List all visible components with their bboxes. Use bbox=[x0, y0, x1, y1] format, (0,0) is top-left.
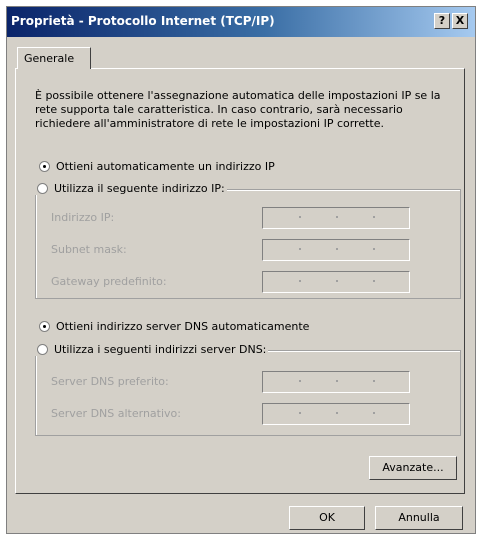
ip-dot bbox=[299, 280, 301, 282]
radio-button-icon bbox=[39, 161, 50, 172]
radio-dns-auto-label: Ottieni indirizzo server DNS automaticam… bbox=[56, 320, 310, 333]
radio-ip-auto-label: Ottieni automaticamente un indirizzo IP bbox=[56, 160, 275, 173]
dns-preferred-field bbox=[262, 371, 410, 393]
radio-button-icon bbox=[37, 183, 48, 194]
description-text: È possibile ottenere l'assegnazione auto… bbox=[35, 89, 441, 130]
radio-dns-auto[interactable]: Ottieni indirizzo server DNS automaticam… bbox=[39, 320, 309, 333]
radio-ip-auto[interactable]: Ottieni automaticamente un indirizzo IP bbox=[39, 160, 275, 173]
radio-ip-manual[interactable]: Utilizza il seguente indirizzo IP: bbox=[35, 182, 227, 195]
ip-dot bbox=[299, 248, 301, 250]
tcpip-properties-dialog: Proprietà - Protocollo Internet (TCP/IP)… bbox=[6, 6, 476, 534]
ip-dot bbox=[336, 248, 338, 250]
advanced-button[interactable]: Avanzate... bbox=[369, 456, 457, 480]
ip-dot bbox=[373, 412, 375, 414]
gateway-label: Gateway predefinito: bbox=[51, 275, 167, 288]
dns-alternate-field bbox=[262, 403, 410, 425]
radio-button-icon bbox=[39, 321, 50, 332]
ip-address-field bbox=[262, 207, 410, 229]
dns-alternate-label: Server DNS alternativo: bbox=[51, 407, 181, 420]
ip-dot bbox=[336, 280, 338, 282]
title-bar[interactable]: Proprietà - Protocollo Internet (TCP/IP)… bbox=[7, 7, 475, 37]
ip-dot bbox=[373, 216, 375, 218]
radio-ip-manual-label: Utilizza il seguente indirizzo IP: bbox=[54, 182, 225, 195]
close-button[interactable]: X bbox=[452, 13, 468, 29]
ip-dot bbox=[336, 216, 338, 218]
tab-generale[interactable]: Generale bbox=[17, 47, 91, 69]
ip-dot bbox=[373, 280, 375, 282]
window-title: Proprietà - Protocollo Internet (TCP/IP) bbox=[11, 14, 275, 28]
ip-dot bbox=[373, 248, 375, 250]
radio-dns-manual-label: Utilizza i seguenti indirizzi server DNS… bbox=[54, 343, 267, 356]
ip-dot bbox=[299, 412, 301, 414]
ip-address-label: Indirizzo IP: bbox=[51, 211, 115, 224]
ip-dot bbox=[299, 216, 301, 218]
cancel-button[interactable]: Annulla bbox=[375, 506, 463, 530]
dns-preferred-label: Server DNS preferito: bbox=[51, 375, 169, 388]
gateway-field bbox=[262, 271, 410, 293]
subnet-mask-field bbox=[262, 239, 410, 261]
ip-dot bbox=[336, 380, 338, 382]
subnet-mask-label: Subnet mask: bbox=[51, 243, 127, 256]
radio-dns-manual[interactable]: Utilizza i seguenti indirizzi server DNS… bbox=[35, 343, 269, 356]
ip-dot bbox=[373, 380, 375, 382]
radio-button-icon bbox=[37, 344, 48, 355]
ip-dot bbox=[299, 380, 301, 382]
ip-dot bbox=[336, 412, 338, 414]
help-button[interactable]: ? bbox=[434, 13, 450, 29]
ok-button[interactable]: OK bbox=[289, 506, 365, 530]
